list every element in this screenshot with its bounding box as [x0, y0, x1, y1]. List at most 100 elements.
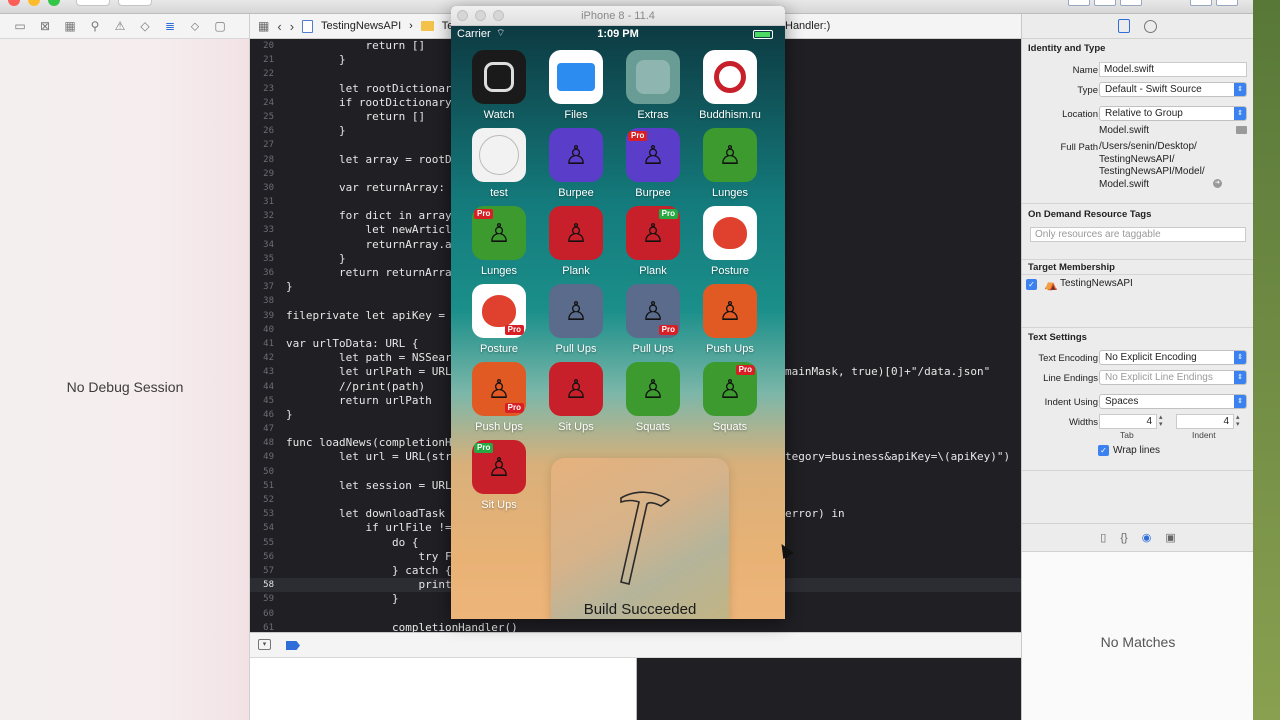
line-number: 20 — [263, 41, 274, 51]
app-icon-push-ups[interactable]: ♙ Push Ups — [698, 284, 762, 355]
hide-debug-area-icon[interactable]: ▾ — [258, 639, 271, 650]
variables-view[interactable] — [250, 658, 636, 720]
athlete-glyph: ♙ — [718, 140, 742, 170]
sim-minimize-button[interactable] — [475, 10, 486, 21]
identity-section-title: Identity and Type — [1028, 43, 1106, 54]
layout-standard-button[interactable] — [1190, 0, 1212, 6]
warning-icon[interactable]: ⚠ — [112, 18, 128, 34]
code-text: } — [286, 124, 346, 138]
tab-width-field[interactable]: 4 — [1099, 414, 1157, 429]
test-icon[interactable]: ◇ — [137, 18, 153, 34]
app-icon-lunges[interactable]: ♙ Lunges — [698, 128, 762, 199]
app-icon-files[interactable]: Files — [544, 50, 608, 121]
symbol-icon[interactable]: ▦ — [62, 18, 78, 34]
app-icon-watch[interactable]: Watch — [467, 50, 531, 121]
sim-zoom-button[interactable] — [493, 10, 504, 21]
app-icon-buddhism-ru[interactable]: Buddhism.ru — [698, 50, 762, 121]
breadcrumb-project[interactable]: TestingNewsAPI — [321, 20, 401, 32]
close-window-button[interactable] — [8, 0, 20, 6]
app-icon-sit-ups[interactable]: ♙ Sit Ups — [544, 362, 608, 433]
indent-width-field[interactable]: 4 — [1176, 414, 1234, 429]
app-icon-burpee[interactable]: ♙ Pro Burpee — [621, 128, 685, 199]
toggle-debug-button[interactable] — [1094, 0, 1116, 6]
app-icon-plank[interactable]: ♙ Plank — [544, 206, 608, 277]
location-popup[interactable]: Relative to Group ⇕ — [1099, 106, 1247, 121]
forward-icon[interactable]: › — [290, 19, 294, 34]
breakpoint-icon[interactable]: ⬦ — [187, 18, 203, 34]
object-library-icon[interactable]: ◉ — [1142, 531, 1152, 544]
debug-navigator-icon[interactable]: ≣ — [162, 18, 178, 34]
tab-width-stepper[interactable]: ▴ ▾ — [1159, 414, 1163, 428]
navigator-toolbar: ▭ ⊠ ▦ ⚲ ⚠ ◇ ≣ ⬦ ▢ — [0, 14, 249, 39]
project-file-icon — [302, 19, 314, 33]
stop-button[interactable] — [118, 0, 152, 6]
type-popup[interactable]: Default - Swift Source ⇕ — [1099, 82, 1247, 97]
app-label: Posture — [711, 265, 749, 277]
minimize-window-button[interactable] — [28, 0, 40, 6]
report-icon[interactable]: ▢ — [212, 18, 228, 34]
app-icon-posture[interactable]: Pro Posture — [467, 284, 531, 355]
app-icon-squats[interactable]: ♙ Squats — [621, 362, 685, 433]
app-icon-image: ♙ — [703, 128, 757, 182]
simulator-window[interactable]: iPhone 8 - 11.4 Carrier ⌔ 1:09 PM Watch F… — [451, 6, 785, 619]
file-inspector-icon[interactable] — [1118, 19, 1130, 33]
separator — [1022, 259, 1253, 260]
target-checkbox[interactable]: ✓ — [1026, 279, 1037, 290]
app-icon-image: ♙ — [549, 206, 603, 260]
grid-icon[interactable]: ▦ — [258, 19, 269, 33]
code-snippet-icon[interactable]: {} — [1120, 532, 1127, 544]
app-icon-test[interactable]: test — [467, 128, 531, 199]
reveal-folder-icon[interactable] — [1236, 126, 1247, 134]
source-control-icon[interactable]: ⊠ — [37, 18, 53, 34]
app-icon-pull-ups[interactable]: ♙ Pull Ups — [544, 284, 608, 355]
line-number: 52 — [263, 495, 274, 505]
wrap-lines-checkbox[interactable]: ✓ — [1098, 445, 1109, 456]
resource-tags-field[interactable]: Only resources are taggable — [1030, 227, 1246, 242]
folder-icon[interactable]: ▭ — [12, 18, 28, 34]
app-icon-burpee[interactable]: ♙ Burpee — [544, 128, 608, 199]
fullpath-line: TestingNewsAPI/ — [1099, 153, 1175, 165]
indent-width-stepper[interactable]: ▴ ▾ — [1236, 414, 1240, 428]
file-template-icon[interactable]: ▯ — [1100, 531, 1106, 544]
toggle-navigator-button[interactable] — [1068, 0, 1090, 6]
layout-version-button[interactable] — [1216, 0, 1238, 6]
media-library-icon[interactable]: ▣ — [1165, 531, 1175, 544]
code-line[interactable]: 61 completionHandler() — [250, 621, 1021, 632]
athlete-glyph: ♙ — [564, 140, 588, 170]
reveal-arrow-icon[interactable]: ➔ — [1213, 179, 1222, 188]
toggle-inspector-button[interactable] — [1120, 0, 1142, 6]
app-icon-image: ♙ — [549, 362, 603, 416]
app-icon-sit-ups[interactable]: ♙ Pro Sit Ups — [467, 440, 531, 511]
line-number: 24 — [263, 97, 274, 108]
back-icon[interactable]: ‹ — [277, 19, 281, 34]
app-icon-push-ups[interactable]: ♙ Pro Push Ups — [467, 362, 531, 433]
app-icon-lunges[interactable]: ♙ Pro Lunges — [467, 206, 531, 277]
app-icon-posture[interactable]: Posture — [698, 206, 762, 277]
zoom-window-button[interactable] — [48, 0, 60, 6]
quick-help-icon[interactable] — [1144, 19, 1157, 33]
run-button[interactable] — [76, 0, 110, 6]
separator — [1022, 274, 1253, 275]
sim-close-button[interactable] — [457, 10, 468, 21]
indent-using-popup[interactable]: Spaces ⇕ — [1099, 394, 1247, 409]
name-field[interactable]: Model.swift — [1099, 62, 1247, 77]
line-number: 55 — [263, 537, 274, 548]
code-text: if urlFile != nil — [286, 521, 479, 535]
app-label: Lunges — [480, 265, 518, 277]
app-icon-squats[interactable]: ♙ Pro Squats — [698, 362, 762, 433]
popup-arrows-icon: ⇕ — [1234, 351, 1246, 364]
find-icon[interactable]: ⚲ — [87, 18, 103, 34]
app-icon-pull-ups[interactable]: ♙ Pro Pull Ups — [621, 284, 685, 355]
pro-badge: Pro — [628, 131, 648, 141]
pro-badge: Pro — [735, 365, 755, 375]
breadcrumb-symbol[interactable]: Handler:) — [785, 20, 830, 32]
app-icon-plank[interactable]: ♙ Pro Plank — [621, 206, 685, 277]
line-endings-popup[interactable]: No Explicit Line Endings ⇕ — [1099, 370, 1247, 385]
home-screen[interactable]: Carrier ⌔ 1:09 PM Watch Files Extras Buddhi… — [451, 26, 785, 619]
build-succeeded-hud: Build Succeeded — [551, 458, 729, 619]
encoding-popup[interactable]: No Explicit Encoding ⇕ — [1099, 350, 1247, 365]
app-icon-extras[interactable]: Extras — [621, 50, 685, 121]
console-view[interactable] — [636, 658, 1021, 720]
breakpoints-toggle-icon[interactable] — [286, 641, 300, 650]
app-label: Squats — [635, 421, 671, 433]
